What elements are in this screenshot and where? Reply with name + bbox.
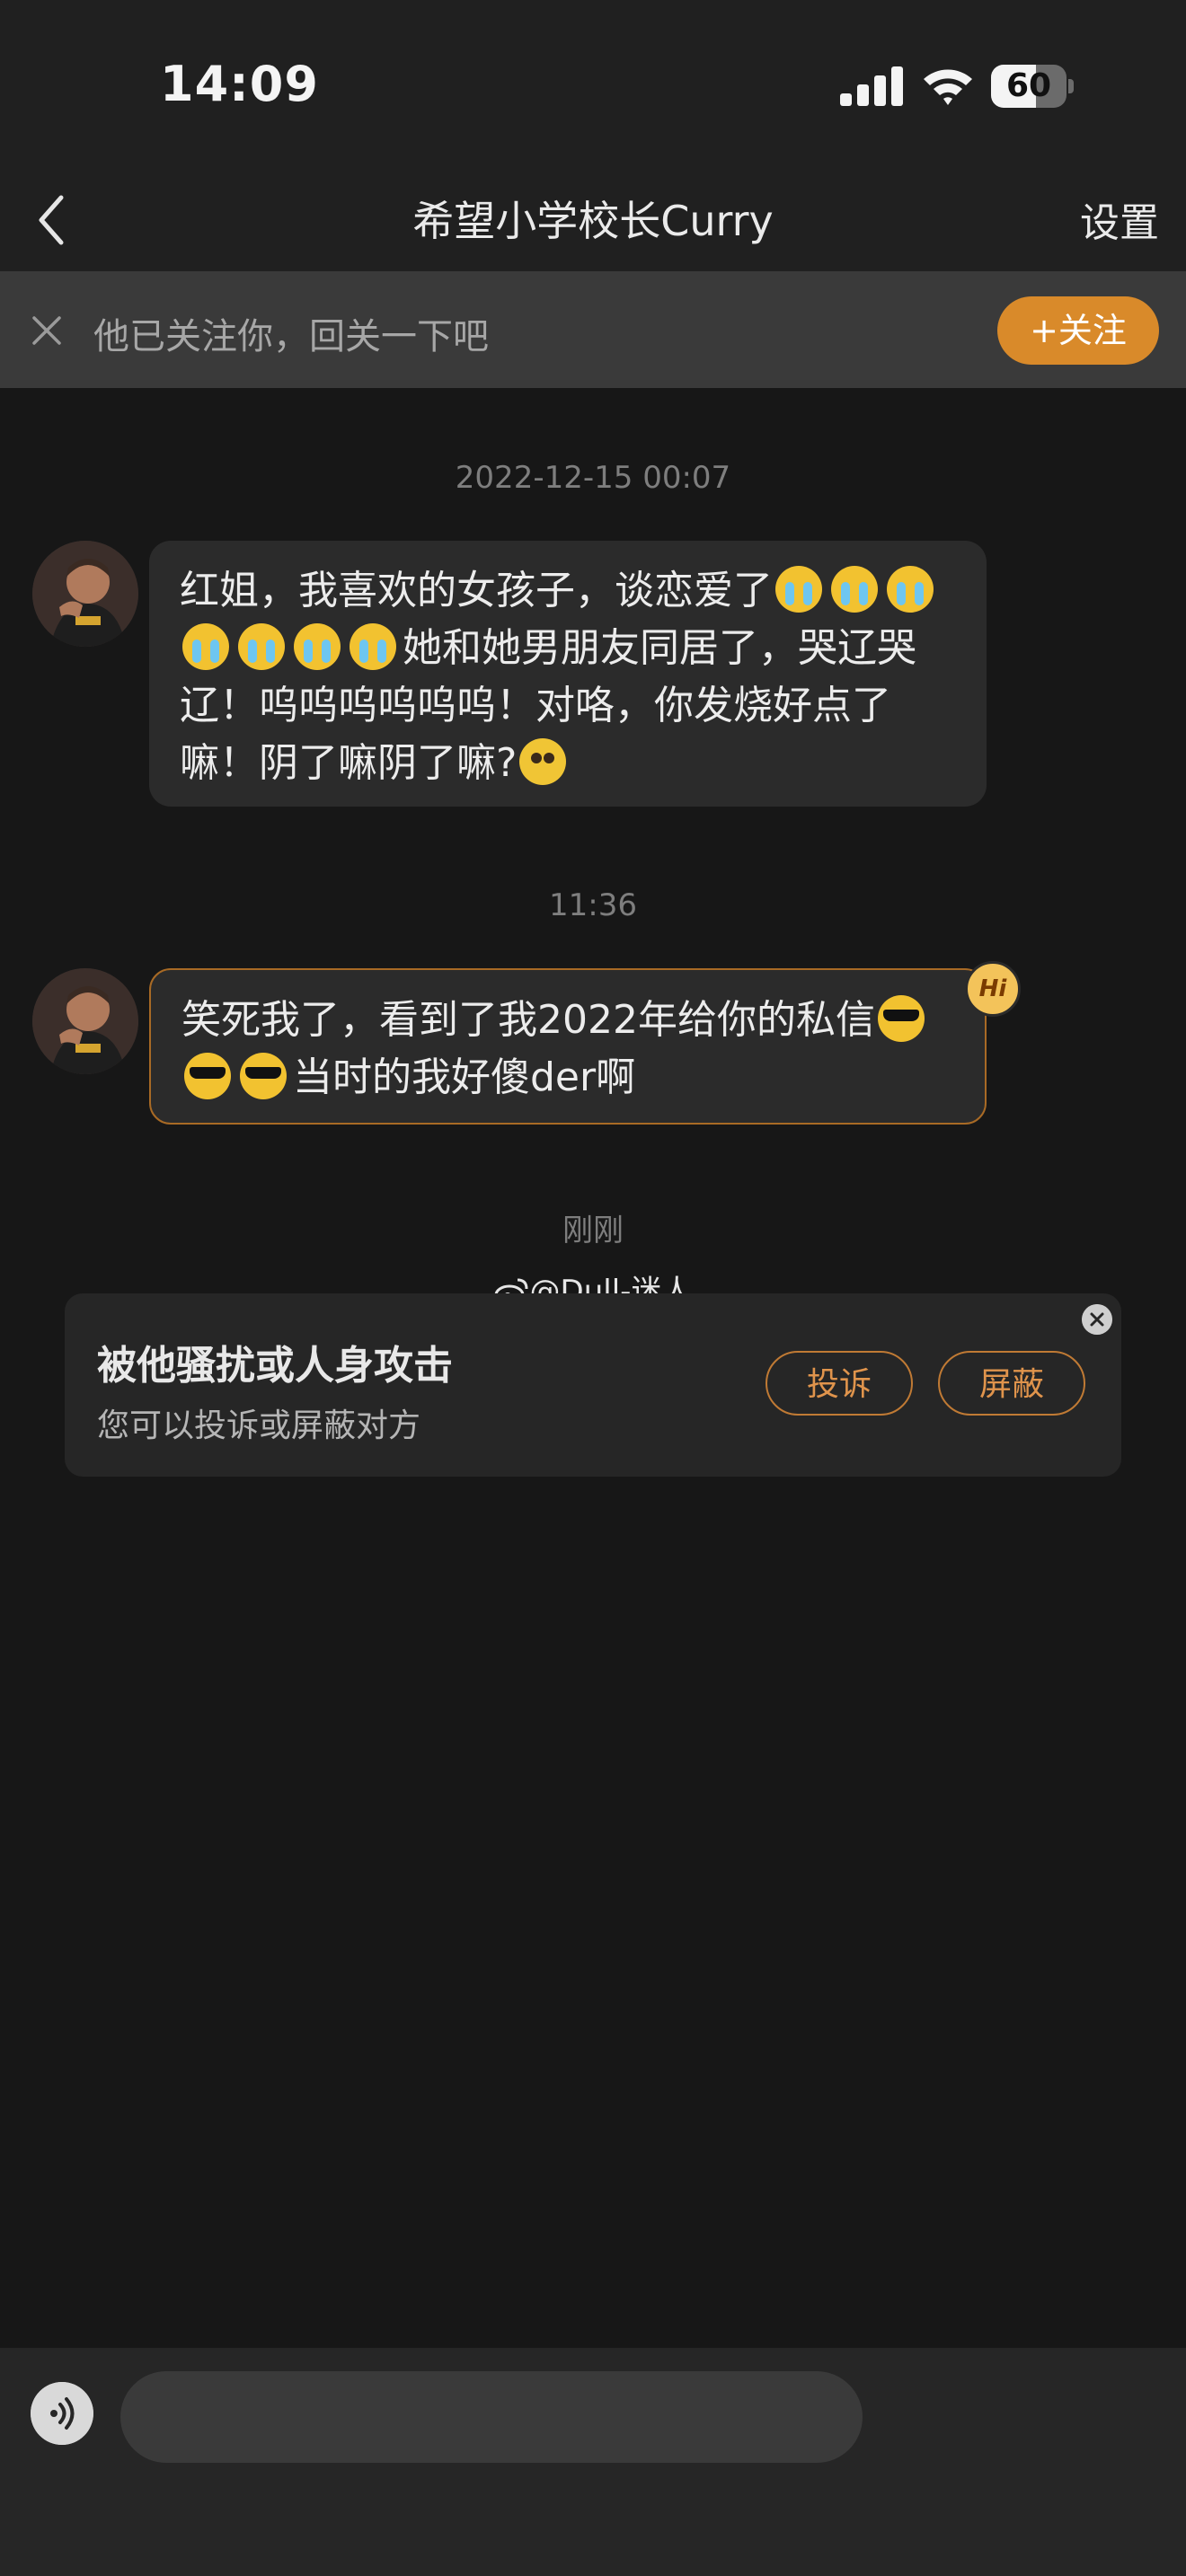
message-timestamp: 刚刚 bbox=[562, 1213, 624, 1248]
wifi-icon bbox=[924, 69, 972, 105]
message-bubble[interactable]: 红姐，我喜欢的女孩子，谈恋爱了她和她男朋友同居了，哭辽哭辽！呜呜呜呜呜呜！对咯，… bbox=[149, 541, 987, 807]
smiling-face-with-sunglasses-icon bbox=[240, 1053, 287, 1099]
loudly-crying-face-icon bbox=[294, 623, 341, 670]
block-button[interactable]: 屏蔽 bbox=[938, 1351, 1085, 1416]
loudly-crying-face-icon bbox=[775, 566, 822, 613]
settings-button[interactable]: 设置 bbox=[1080, 190, 1159, 248]
loudly-crying-face-icon bbox=[350, 623, 396, 670]
notice-subtitle: 您可以投诉或屏蔽对方 bbox=[97, 1407, 421, 1444]
close-icon[interactable] bbox=[1082, 1304, 1112, 1335]
loudly-crying-face-icon bbox=[887, 566, 934, 613]
smiling-face-with-sunglasses-icon bbox=[877, 995, 925, 1042]
follow-back-bar: 他已关注你，回关一下吧 +关注 bbox=[0, 271, 1186, 388]
voice-icon[interactable] bbox=[31, 2382, 93, 2445]
avatar[interactable] bbox=[32, 541, 138, 647]
battery-level: 60 bbox=[1005, 67, 1052, 104]
status-bar: 14:09 60 bbox=[0, 0, 1186, 171]
loudly-crying-face-icon bbox=[182, 623, 229, 670]
message-text: 笑死我了，看到了我2022年给你的私信 bbox=[181, 997, 875, 1043]
status-time: 14:09 bbox=[160, 56, 319, 112]
close-icon[interactable] bbox=[29, 313, 65, 348]
harassment-notice-card: 被他骚扰或人身攻击 您可以投诉或屏蔽对方 投诉 屏蔽 bbox=[65, 1293, 1121, 1477]
message-text: 红姐，我喜欢的女孩子，谈恋爱了 bbox=[180, 568, 773, 613]
message-input[interactable] bbox=[120, 2371, 863, 2463]
input-bar bbox=[0, 2348, 1186, 2576]
avatar[interactable] bbox=[32, 968, 138, 1074]
message-timestamp: 11:36 bbox=[549, 887, 637, 923]
chat-title: 希望小学校长Curry bbox=[412, 197, 774, 245]
message-bubble[interactable]: 笑死我了，看到了我2022年给你的私信当时的我好傻der啊 bbox=[149, 968, 987, 1125]
pleading-face-icon bbox=[519, 738, 567, 785]
message-text: 当时的我好傻der啊 bbox=[293, 1054, 636, 1100]
smiling-face-with-sunglasses-icon bbox=[184, 1053, 231, 1099]
hi-badge: Hi bbox=[965, 961, 1021, 1017]
notice-title: 被他骚扰或人身攻击 bbox=[97, 1343, 453, 1389]
follow-button[interactable]: +关注 bbox=[997, 296, 1159, 365]
loudly-crying-face-icon bbox=[831, 566, 878, 613]
message-timestamp: 2022-12-15 00:07 bbox=[455, 460, 731, 496]
battery-icon: 60 bbox=[991, 65, 1074, 108]
cellular-signal-icon bbox=[840, 66, 903, 106]
loudly-crying-face-icon bbox=[238, 623, 285, 670]
follow-back-text: 他已关注你，回关一下吧 bbox=[93, 316, 489, 357]
message-list: 2022-12-15 00:07 红姐，我喜欢的女孩子，谈恋爱了她和她男朋友同居… bbox=[0, 388, 1186, 2346]
report-button[interactable]: 投诉 bbox=[766, 1351, 913, 1416]
nav-bar: 希望小学校长Curry 设置 bbox=[0, 171, 1186, 271]
back-icon[interactable] bbox=[31, 190, 77, 250]
